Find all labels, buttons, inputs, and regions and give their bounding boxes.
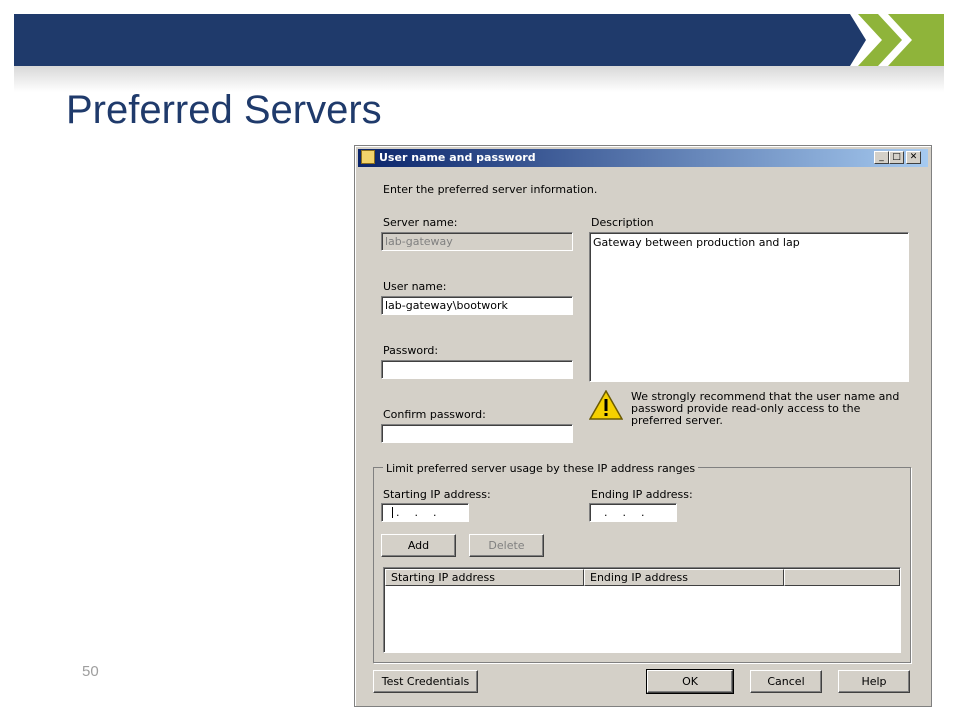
help-button[interactable]: Help (838, 670, 910, 693)
user-name-label: User name: (383, 280, 447, 293)
starting-ip-label: Starting IP address: (383, 488, 491, 501)
starting-ip-field[interactable]: ... (381, 503, 469, 522)
server-name-label: Server name: (383, 216, 458, 229)
warning-icon (589, 390, 623, 420)
chevron-icon (858, 14, 944, 66)
description-field[interactable]: Gateway between production and lap (589, 232, 909, 382)
intro-text: Enter the preferred server information. (383, 183, 598, 196)
ip-dots: ... (604, 506, 660, 519)
password-field[interactable] (381, 360, 573, 379)
column-header-empty[interactable] (784, 569, 900, 586)
test-credentials-button[interactable]: Test Credentials (373, 670, 478, 693)
close-button[interactable]: ✕ (906, 151, 921, 164)
ip-dots: ... (396, 506, 452, 519)
user-password-dialog: User name and password _ □ ✕ Enter the p… (354, 145, 932, 707)
column-header-ending-ip[interactable]: Ending IP address (584, 569, 784, 586)
server-name-field[interactable]: lab-gateway (381, 232, 573, 251)
minimize-button[interactable]: _ (874, 151, 889, 164)
ending-ip-field[interactable]: ... (589, 503, 677, 522)
user-name-field[interactable]: lab-gateway\bootwork (381, 296, 573, 315)
add-button[interactable]: Add (381, 534, 456, 557)
ending-ip-label: Ending IP address: (591, 488, 693, 501)
dialog-title: User name and password (379, 151, 536, 164)
ip-range-list[interactable]: Starting IP address Ending IP address (383, 567, 901, 653)
password-label: Password: (383, 344, 439, 357)
ip-range-group-title: Limit preferred server usage by these IP… (383, 462, 699, 475)
header-banner (14, 14, 850, 66)
confirm-password-field[interactable] (381, 424, 573, 443)
delete-button[interactable]: Delete (469, 534, 544, 557)
page-number: 50 (82, 663, 99, 680)
ok-button[interactable]: OK (646, 669, 734, 694)
app-icon (361, 150, 375, 164)
description-label: Description (591, 216, 654, 229)
column-header-starting-ip[interactable]: Starting IP address (385, 569, 584, 586)
cancel-button[interactable]: Cancel (750, 670, 822, 693)
slide-title: Preferred Servers (66, 88, 382, 132)
text-cursor (392, 507, 393, 518)
dialog-titlebar[interactable]: User name and password _ □ ✕ (358, 149, 928, 167)
maximize-button[interactable]: □ (889, 151, 904, 164)
confirm-password-label: Confirm password: (383, 408, 486, 421)
warning-text: We strongly recommend that the user name… (631, 390, 900, 427)
